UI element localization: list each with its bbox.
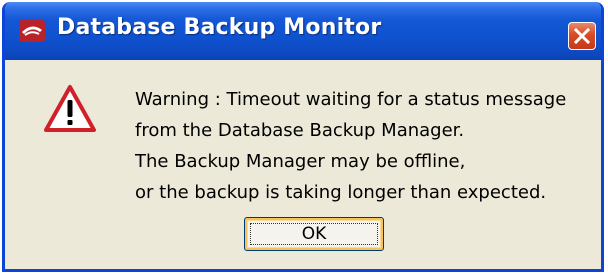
close-icon: [574, 28, 590, 44]
close-button[interactable]: [568, 22, 596, 50]
message-line: or the backup is taking longer than expe…: [135, 182, 547, 203]
message-line: Warning : Timeout waiting for a status m…: [135, 89, 567, 110]
message-line: from the Database Backup Manager.: [135, 120, 465, 141]
warning-icon: [44, 85, 96, 132]
dialog-window: Database Backup Monitor Warning : Timeou…: [2, 2, 604, 272]
message-line: The Backup Manager may be offline,: [135, 151, 466, 172]
ok-button-label: OK: [301, 224, 327, 244]
app-logo-icon: [19, 20, 45, 42]
ok-button[interactable]: OK: [244, 217, 384, 251]
window-title: Database Backup Monitor: [57, 15, 382, 40]
title-bar[interactable]: Database Backup Monitor: [5, 2, 601, 60]
warning-message: Warning : Timeout waiting for a status m…: [135, 84, 566, 208]
